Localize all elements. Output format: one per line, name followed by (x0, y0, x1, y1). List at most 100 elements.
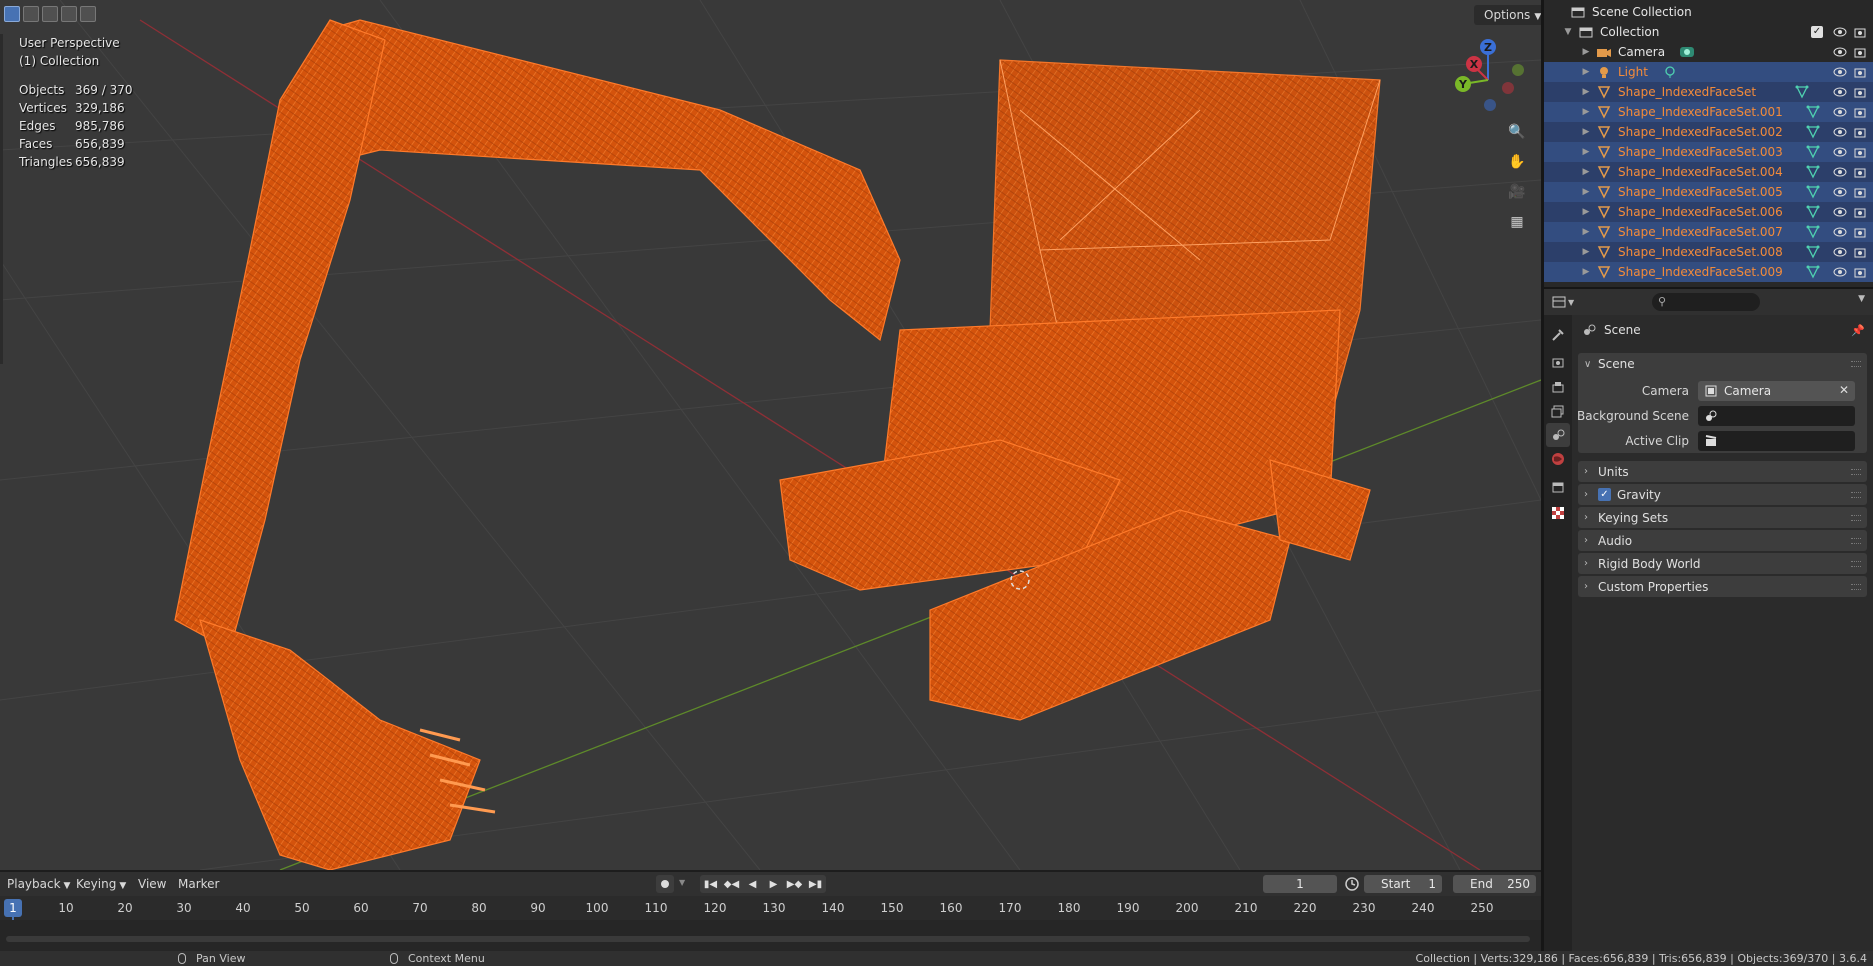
collection-tab-icon[interactable] (1546, 475, 1570, 499)
outliner-item[interactable]: ▶ Shape_IndexedFaceSet.004 (1544, 162, 1873, 182)
eye-icon[interactable] (1833, 145, 1847, 159)
panel-header[interactable]: › Rigid Body World (1578, 553, 1867, 574)
scene-panel-header[interactable]: ∨ Scene (1578, 353, 1867, 375)
expand-arrow-icon[interactable]: ▶ (1580, 47, 1592, 57)
units-panel[interactable]: › Units (1578, 461, 1867, 482)
active-clip-field[interactable] (1698, 431, 1855, 451)
mesh-data-icon[interactable] (1794, 85, 1810, 99)
panel-header[interactable]: › Custom Properties (1578, 576, 1867, 597)
timeline[interactable]: Playback ▼ Keying ▼ View Marker ▼ ▮◀ ◆◀ ◀ … (0, 872, 1541, 951)
outliner-item[interactable]: ▶ Shape_IndexedFaceSet.009 (1544, 262, 1873, 282)
drag-handle-icon[interactable] (1851, 361, 1861, 367)
exclude-checkbox[interactable]: ✓ (1811, 26, 1823, 38)
mesh-data-icon[interactable] (1805, 165, 1821, 179)
eye-icon[interactable] (1833, 185, 1847, 199)
drag-handle-icon[interactable] (1851, 469, 1861, 475)
drag-handle-icon[interactable] (1851, 492, 1861, 498)
properties-search-field[interactable]: ⚲ (1652, 293, 1760, 311)
expand-arrow-icon[interactable]: ▶ (1580, 147, 1592, 157)
outliner-item[interactable]: ▶ Shape_IndexedFaceSet.003 (1544, 142, 1873, 162)
mesh-data-icon[interactable] (1805, 125, 1821, 139)
keying-sets-panel[interactable]: › Keying Sets (1578, 507, 1867, 528)
render-camera-icon[interactable] (1853, 165, 1867, 179)
render-camera-icon[interactable] (1853, 25, 1867, 39)
render-tab-icon[interactable] (1546, 351, 1570, 375)
audio-panel[interactable]: › Audio (1578, 530, 1867, 551)
chevron-down-icon[interactable]: ▼ (679, 878, 685, 887)
eye-icon[interactable] (1833, 225, 1847, 239)
world-tab-icon[interactable] (1546, 447, 1570, 471)
options-dropdown[interactable]: Options ▼ (1474, 5, 1541, 25)
prev-keyframe-icon[interactable]: ◆◀ (721, 875, 742, 893)
chevron-down-icon[interactable]: ▼ (1858, 294, 1865, 304)
gravity-panel[interactable]: › ✓ Gravity (1578, 484, 1867, 505)
mesh-data-icon[interactable] (1805, 245, 1821, 259)
frame-ruler[interactable]: 10 20 30 40 50 60 70 80 90 100 110 120 130 140 150 160 1… (0, 896, 1541, 946)
outliner[interactable]: Scene Collection ▼ Collection ✓ ▶ Camera ▶… (1544, 0, 1873, 287)
eye-icon[interactable] (1833, 85, 1847, 99)
expand-arrow-icon[interactable]: ▶ (1580, 207, 1592, 217)
current-frame-field[interactable]: 1 (1263, 875, 1337, 893)
select-subtract-icon[interactable] (42, 6, 58, 22)
panel-header[interactable]: › ✓ Gravity (1578, 484, 1867, 505)
render-camera-icon[interactable] (1853, 65, 1867, 79)
render-camera-icon[interactable] (1853, 45, 1867, 59)
panel-header[interactable]: › Keying Sets (1578, 507, 1867, 528)
editor-type-button[interactable]: ▼ (1552, 293, 1578, 311)
drag-handle-icon[interactable] (1851, 584, 1861, 590)
timeline-scrollbar[interactable] (6, 936, 1530, 942)
timeline-track-area[interactable] (0, 920, 1541, 951)
eye-icon[interactable] (1833, 165, 1847, 179)
eye-icon[interactable] (1833, 25, 1847, 39)
tool-tab-icon[interactable] (1546, 323, 1570, 347)
scene-tab-icon[interactable] (1546, 423, 1570, 447)
outliner-item[interactable]: ▶ Shape_IndexedFaceSet.005 (1544, 182, 1873, 202)
hand-pan-icon[interactable]: ✋ (1504, 150, 1530, 174)
clock-icon[interactable] (1344, 876, 1360, 892)
outliner-item[interactable]: ▶ Shape_IndexedFaceSet.007 (1544, 222, 1873, 242)
render-camera-icon[interactable] (1853, 125, 1867, 139)
marker-menu[interactable]: Marker (178, 876, 219, 892)
play-reverse-icon[interactable]: ◀ (742, 875, 763, 893)
expand-arrow-icon[interactable]: ▶ (1580, 127, 1592, 137)
jump-end-icon[interactable]: ▶▮ (805, 875, 826, 893)
background-scene-field[interactable] (1698, 406, 1855, 426)
zoom-icon[interactable]: 🔍 (1504, 120, 1530, 144)
render-camera-icon[interactable] (1853, 205, 1867, 219)
select-new-icon[interactable] (4, 6, 20, 22)
mesh-data-icon[interactable] (1805, 225, 1821, 239)
panel-header[interactable]: › Audio (1578, 530, 1867, 551)
grid-ortho-icon[interactable]: ▦ (1504, 210, 1530, 234)
render-camera-icon[interactable] (1853, 105, 1867, 119)
collection-row[interactable]: ▼ Collection ✓ (1544, 22, 1873, 42)
keying-menu[interactable]: Keying ▼ (76, 876, 126, 892)
view-menu[interactable]: View (138, 876, 166, 892)
render-camera-icon[interactable] (1853, 85, 1867, 99)
outliner-item[interactable]: ▶ Light (1544, 62, 1873, 82)
auto-keying-button[interactable] (656, 875, 674, 893)
scene-collection-row[interactable]: Scene Collection (1544, 2, 1873, 22)
expand-arrow-icon[interactable]: ▼ (1562, 27, 1574, 37)
expand-arrow-icon[interactable]: ▶ (1580, 87, 1592, 97)
outliner-item[interactable]: ▶ Camera (1544, 42, 1873, 62)
output-tab-icon[interactable] (1546, 375, 1570, 399)
camera-view-icon[interactable]: 🎥 (1504, 180, 1530, 204)
light-data-icon[interactable] (1662, 65, 1678, 79)
eye-icon[interactable] (1833, 265, 1847, 279)
rigid-body-world-panel[interactable]: › Rigid Body World (1578, 553, 1867, 574)
render-camera-icon[interactable] (1853, 185, 1867, 199)
camera-field[interactable]: Camera ✕ (1698, 381, 1855, 401)
eye-icon[interactable] (1833, 125, 1847, 139)
mesh-data-icon[interactable] (1805, 105, 1821, 119)
pin-icon[interactable]: 📌 (1851, 324, 1865, 337)
mesh-data-icon[interactable] (1805, 205, 1821, 219)
expand-arrow-icon[interactable]: ▶ (1580, 247, 1592, 257)
eye-icon[interactable] (1833, 205, 1847, 219)
clear-icon[interactable]: ✕ (1839, 383, 1849, 397)
outliner-item[interactable]: ▶ Shape_IndexedFaceSet.006 (1544, 202, 1873, 222)
expand-arrow-icon[interactable]: ▶ (1580, 107, 1592, 117)
render-camera-icon[interactable] (1853, 225, 1867, 239)
mesh-data-icon[interactable] (1805, 265, 1821, 279)
drag-handle-icon[interactable] (1851, 538, 1861, 544)
expand-arrow-icon[interactable]: ▶ (1580, 167, 1592, 177)
